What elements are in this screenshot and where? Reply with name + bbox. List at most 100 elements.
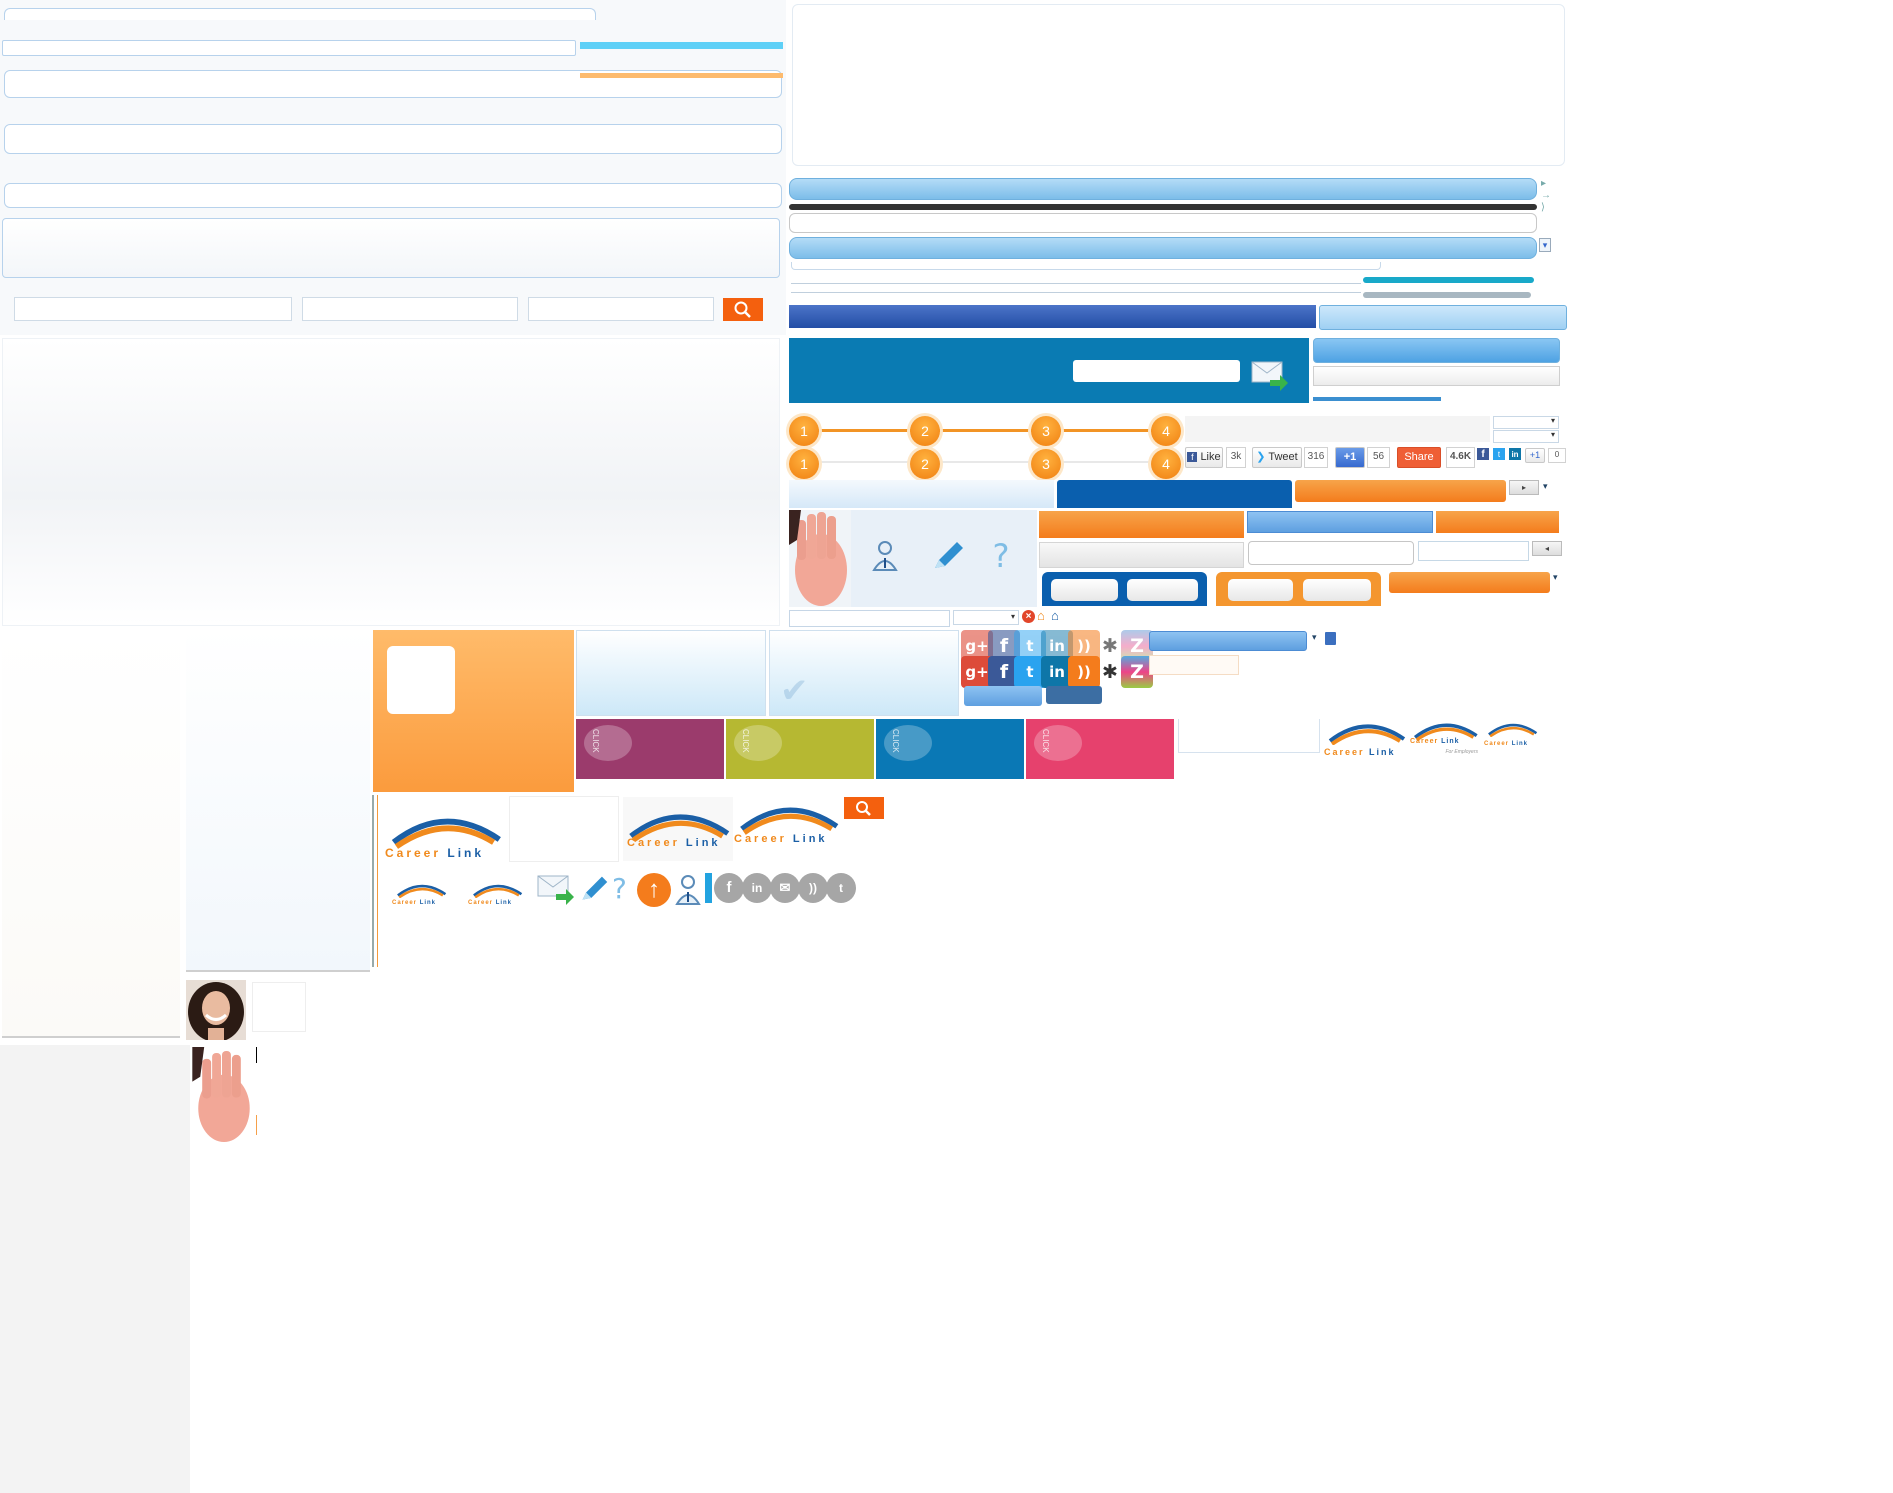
tab-light[interactable] <box>789 480 1054 508</box>
tab-active-blue[interactable] <box>1057 480 1292 508</box>
tweet-count: 316 <box>1304 447 1328 468</box>
facebook-like-button[interactable]: f Like <box>1185 447 1223 468</box>
up-arrow-icon[interactable]: ↑ <box>637 873 671 907</box>
orange-block-1[interactable] <box>1039 511 1244 538</box>
mini-plusone-button[interactable]: +1 <box>1525 448 1545 463</box>
mail-arrow-icon-2[interactable] <box>536 872 576 906</box>
pill-button-4[interactable] <box>1303 579 1371 601</box>
twitter-icon: ❯ <box>1256 451 1266 463</box>
step-3-alt[interactable]: 3 <box>1031 449 1061 479</box>
input-bar-6[interactable] <box>2 218 780 278</box>
pill-button-1[interactable] <box>1051 579 1118 601</box>
search-button-small[interactable] <box>844 797 884 819</box>
step-3[interactable]: 3 <box>1031 416 1061 446</box>
orange-bar-button[interactable] <box>1389 572 1550 593</box>
gray-block[interactable] <box>1039 542 1244 568</box>
step-1-alt[interactable]: 1 <box>789 449 819 479</box>
facebook-icon-gray[interactable]: f <box>714 873 744 903</box>
search-button[interactable] <box>723 298 763 321</box>
step-2-alt[interactable]: 2 <box>910 449 940 479</box>
white-input-2[interactable] <box>1418 541 1529 561</box>
small-input[interactable] <box>789 610 950 627</box>
orange-tab[interactable] <box>1295 480 1506 502</box>
step-1[interactable]: 1 <box>789 416 819 446</box>
blue-progress-bar <box>580 42 783 49</box>
thin-line-3 <box>791 292 1361 302</box>
small-select[interactable]: ▾ <box>953 610 1019 625</box>
search-location-field[interactable] <box>302 297 518 321</box>
twitter-icon-gray[interactable]: t <box>826 873 856 903</box>
question-icon[interactable]: ? <box>988 538 1014 574</box>
linkedin-icon-gray[interactable]: in <box>742 873 772 903</box>
pill-button-2[interactable] <box>1127 579 1198 601</box>
blue-block[interactable] <box>1247 511 1433 533</box>
light-blue-tab[interactable] <box>1319 305 1567 330</box>
white-square-button[interactable] <box>387 646 455 714</box>
pencil-icon[interactable] <box>931 540 965 572</box>
mini-twitter-icon[interactable]: t <box>1493 448 1505 460</box>
step-4-alt[interactable]: 4 <box>1151 449 1181 479</box>
search-icon <box>734 301 751 318</box>
pill-button-3[interactable] <box>1228 579 1293 601</box>
blue-dropdown-bar[interactable] <box>789 237 1537 259</box>
chevron-down-icon-3[interactable]: ▾ <box>1312 632 1324 644</box>
content-panel <box>2 338 780 626</box>
gray-field[interactable] <box>1313 366 1560 386</box>
blue-select[interactable] <box>1149 631 1307 651</box>
user-icon-2[interactable] <box>674 874 702 906</box>
blue-small-button[interactable] <box>964 686 1042 706</box>
email-icon-gray[interactable]: ✉ <box>770 873 800 903</box>
step-2[interactable]: 2 <box>910 416 940 446</box>
click-tile-purple[interactable]: CLICK <box>576 719 724 779</box>
arrow-left-button[interactable]: ◂ <box>1532 541 1562 556</box>
input-bar-5[interactable] <box>4 183 782 208</box>
user-icon[interactable] <box>871 540 899 572</box>
select-1[interactable]: ▾ <box>1493 416 1559 429</box>
input-bar-2[interactable] <box>2 40 576 56</box>
chevron-down-icon-2[interactable]: ▾ <box>1553 572 1565 584</box>
gray-texture-panel <box>0 1045 190 1493</box>
light-blue-box-1 <box>576 630 766 716</box>
home-icon-orange[interactable]: ⌂ <box>1037 609 1050 622</box>
select-2[interactable]: ▾ <box>1493 430 1559 443</box>
thin-line-1 <box>791 262 1381 270</box>
white-input-1[interactable] <box>1248 541 1414 565</box>
dark-divider <box>789 204 1537 210</box>
home-icon-blue[interactable]: ⌂ <box>1051 609 1064 622</box>
input-bar-4[interactable] <box>4 124 782 154</box>
rss-icon-gray[interactable]: )) <box>798 873 828 903</box>
mini-facebook-icon[interactable]: f <box>1477 448 1489 460</box>
book-icon[interactable] <box>1325 632 1336 645</box>
tooltip-button[interactable] <box>1046 686 1102 704</box>
search-keyword-field[interactable] <box>14 297 292 321</box>
blue-header-bar[interactable] <box>789 178 1537 200</box>
newsletter-email-input[interactable] <box>1073 360 1240 382</box>
navy-nav-bar[interactable] <box>789 305 1316 328</box>
question-icon-2[interactable]: ? <box>612 872 634 906</box>
pencil-icon-2[interactable] <box>579 874 609 904</box>
dropdown-arrow[interactable]: ▾ <box>1539 238 1551 252</box>
plusone-button[interactable]: +1 <box>1335 447 1365 468</box>
click-tile-blue[interactable]: CLICK <box>876 719 1024 779</box>
step-4[interactable]: 4 <box>1151 416 1181 446</box>
thin-line-2 <box>791 272 1361 284</box>
orange-side-rule <box>372 795 378 967</box>
white-bar[interactable] <box>789 213 1537 233</box>
hand-photo <box>789 510 851 607</box>
peach-input[interactable] <box>1149 655 1239 675</box>
chevron-down-icon[interactable]: ▾ <box>1543 481 1555 493</box>
career-link-logo-small: Career Link <box>1484 719 1540 747</box>
share-button[interactable]: Share <box>1397 447 1441 468</box>
mail-arrow-icon[interactable] <box>1250 358 1290 392</box>
mini-linkedin-icon[interactable]: in <box>1509 448 1521 460</box>
input-bar-1[interactable] <box>4 8 596 20</box>
close-icon[interactable]: × <box>1022 610 1035 623</box>
blue-button-large[interactable] <box>1313 338 1560 363</box>
orange-block-2[interactable] <box>1436 511 1559 533</box>
search-category-field[interactable] <box>528 297 714 321</box>
click-tile-pink[interactable]: CLICK <box>1026 719 1174 779</box>
click-tile-olive[interactable]: CLICK <box>726 719 874 779</box>
gray-bar <box>1363 292 1531 298</box>
tweet-button[interactable]: ❯ Tweet <box>1252 447 1302 468</box>
arrow-right-button[interactable]: ▸ <box>1509 480 1539 495</box>
